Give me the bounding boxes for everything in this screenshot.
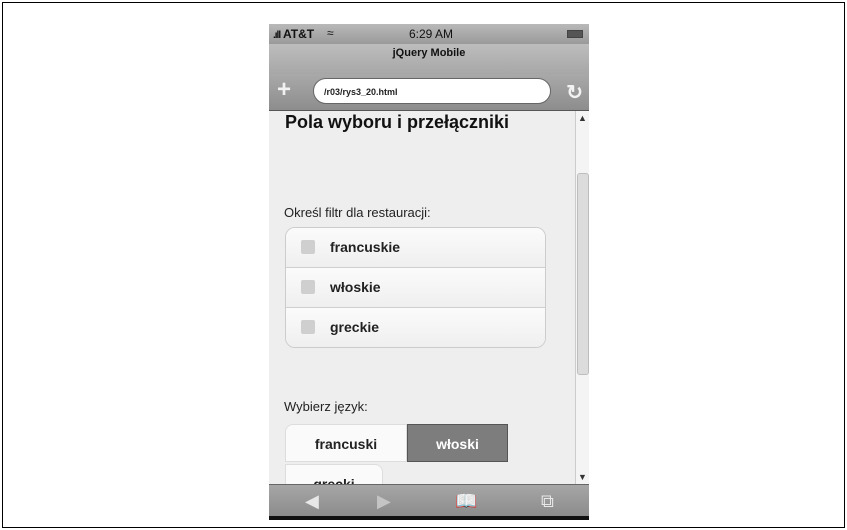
checkbox-item-greckie[interactable]: greckie [286,308,545,347]
signal-icon: .ıll [273,30,281,41]
checkbox-icon[interactable] [301,240,315,254]
scroll-down-icon[interactable]: ▼ [578,472,587,482]
status-bar: .ıll AT&T ≈ 6:29 AM [269,24,589,44]
browser-toolbar: ◀ ▶ 📖 ⧉ [269,484,589,516]
battery-icon [567,30,583,38]
address-bar: + /r03/rys3_20.html ↻ [269,74,589,111]
forward-icon[interactable]: ▶ [377,491,391,512]
screenshot-frame: .ıll AT&T ≈ 6:29 AM jQuery Mobile + /r03… [2,2,845,528]
checkbox-icon[interactable] [301,320,315,334]
carrier-name: AT&T [283,27,315,41]
checkbox-label: greckie [330,319,380,335]
reload-button[interactable]: ↻ [566,80,583,105]
page-content: Pola wyboru i przełączniki Określ filtr … [269,111,575,484]
pages-icon[interactable]: ⧉ [541,491,554,512]
bookmarks-icon[interactable]: 📖 [455,491,477,512]
checkbox-item-francuskie[interactable]: francuskie [286,228,545,268]
phone-screen: .ıll AT&T ≈ 6:29 AM jQuery Mobile + /r03… [269,24,589,520]
scrollbar[interactable]: ▲ ▼ [575,111,589,484]
language-option-grecki[interactable]: grecki [285,464,383,484]
language-option-wloski[interactable]: włoski [407,424,508,462]
url-field[interactable]: /r03/rys3_20.html [313,78,551,104]
checkbox-label: francuskie [330,239,401,255]
carrier: .ıll AT&T [273,27,314,41]
language-label: Wybierz język: [284,399,368,414]
checkbox-group: francuskie włoskie greckie [285,227,546,348]
checkbox-icon[interactable] [301,280,315,294]
language-option-francuski[interactable]: francuski [285,424,407,462]
browser-title-bar: jQuery Mobile [269,44,589,74]
checkbox-label: włoskie [330,279,381,295]
status-time: 6:29 AM [409,27,454,41]
filter-label: Określ filtr dla restauracji: [284,205,431,220]
scroll-up-icon[interactable]: ▲ [578,113,587,123]
add-bookmark-button[interactable]: + [277,78,291,102]
page-title: Pola wyboru i przełączniki [285,112,510,132]
scrollbar-thumb[interactable] [577,173,589,375]
checkbox-item-wloskie[interactable]: włoskie [286,268,545,308]
wifi-icon: ≈ [327,26,334,40]
back-icon[interactable]: ◀ [305,491,319,512]
browser-title: jQuery Mobile [392,47,466,59]
